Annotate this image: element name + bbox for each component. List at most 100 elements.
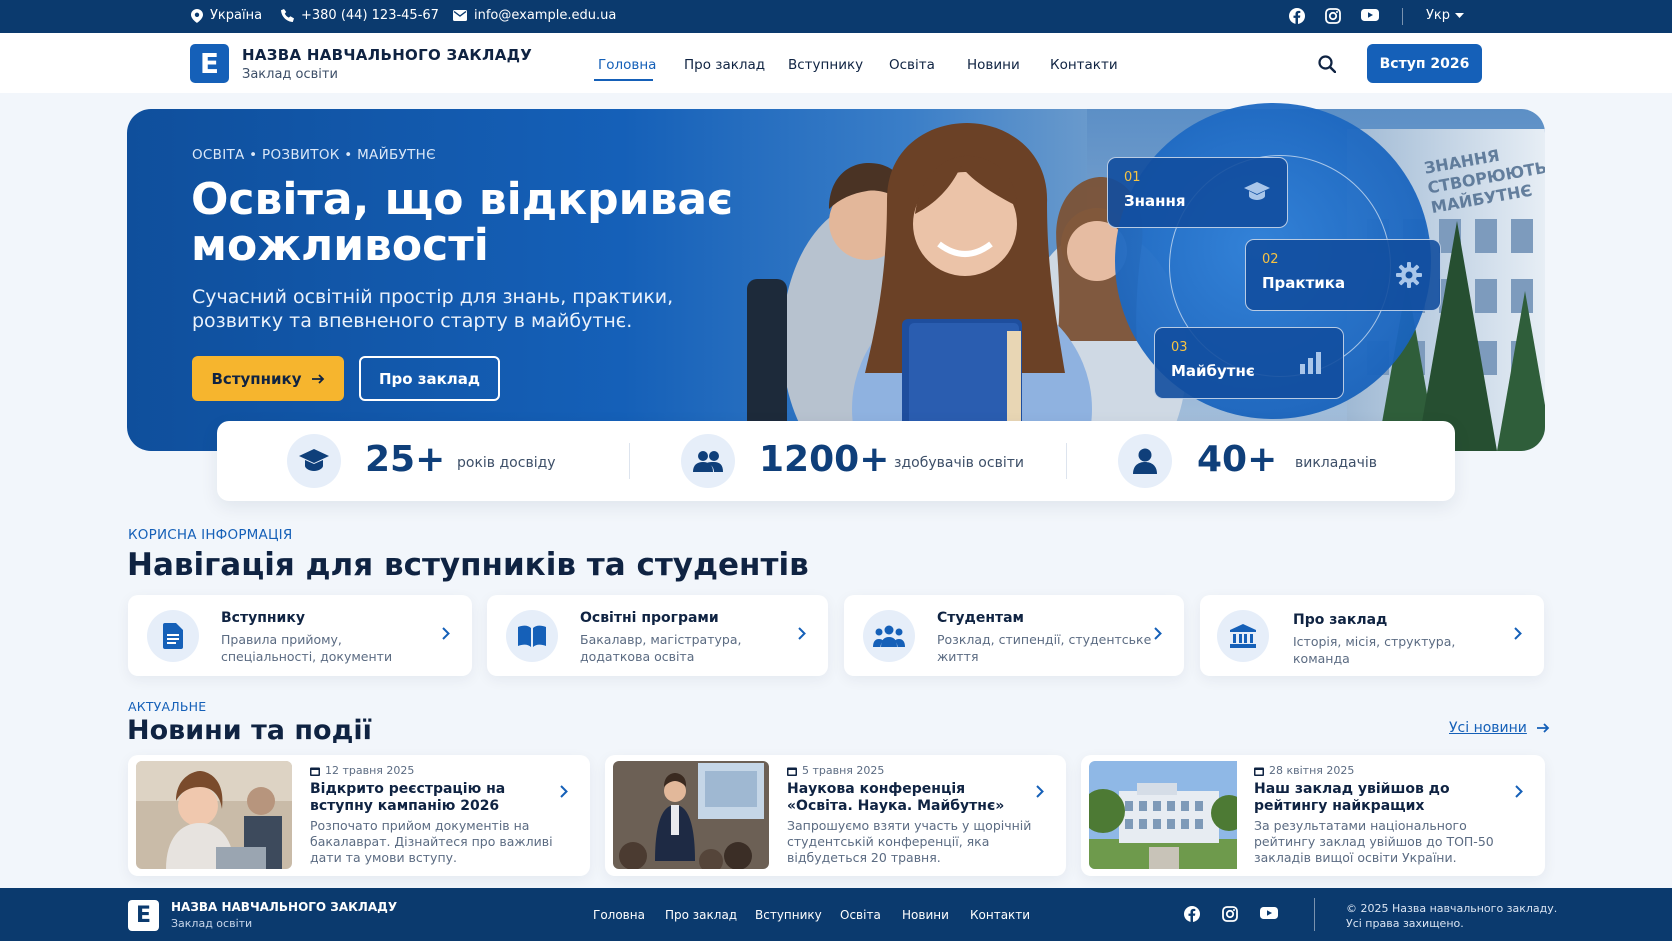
- language-select[interactable]: Укр: [1426, 8, 1465, 23]
- location-text: Україна: [210, 8, 263, 23]
- nav-applicants[interactable]: Вступнику: [788, 57, 863, 73]
- graduation-cap-icon: [287, 434, 341, 488]
- admission-cta-button[interactable]: Вступ 2026: [1367, 44, 1482, 83]
- news-card[interactable]: 5 травня 2025 Наукова конференція «Освіт…: [605, 755, 1066, 876]
- news-date: 12 травня 2025: [310, 764, 414, 777]
- news-thumbnail: [613, 761, 769, 869]
- footer-brand-title: НАЗВА НАВЧАЛЬНОГО ЗАКЛАДУ: [171, 900, 398, 914]
- logo[interactable]: E: [190, 44, 229, 83]
- step-label: Практика: [1262, 274, 1346, 292]
- step-label: Знання: [1124, 192, 1186, 210]
- footer-logo[interactable]: E: [128, 900, 159, 931]
- language-label[interactable]: Укр: [1426, 8, 1450, 23]
- nav-card-desc: Розклад, стипендії, студентське життя: [937, 632, 1152, 664]
- step-number: 03: [1171, 340, 1188, 355]
- mail-icon: [453, 10, 467, 21]
- footer-nav-home[interactable]: Головна: [593, 908, 645, 922]
- footer-nav-contacts[interactable]: Контакти: [970, 908, 1030, 922]
- hero-subtitle: Сучасний освітній простір для знань, пра…: [192, 286, 674, 332]
- nav-home[interactable]: Головна: [598, 57, 656, 73]
- news-title[interactable]: Відкрито реєстрацію на вступну кампанію …: [310, 781, 540, 815]
- email-item[interactable]: info@example.edu.ua: [453, 8, 616, 23]
- instagram-icon[interactable]: [1222, 906, 1238, 922]
- hero-about-button[interactable]: Про заклад: [359, 356, 500, 401]
- news-section-title: Новини та події: [127, 715, 372, 746]
- facebook-icon[interactable]: [1289, 8, 1305, 24]
- chevron-right-icon: [1514, 627, 1522, 640]
- users-icon: [863, 610, 915, 662]
- all-news-link[interactable]: Усі новини: [1449, 720, 1550, 736]
- stats-bar: 25+ років досвіду 1200+ здобувачів освіт…: [217, 421, 1455, 501]
- calendar-icon: [310, 766, 320, 776]
- email-text[interactable]: info@example.edu.ua: [474, 8, 616, 23]
- news-title[interactable]: Наш заклад увійшов до рейтингу найкращих: [1254, 781, 1484, 815]
- step-practice: 02 Практика: [1245, 239, 1441, 311]
- nav-card-title: Про заклад: [1293, 612, 1388, 628]
- news-card[interactable]: 12 травня 2025 Відкрито реєстрацію на вс…: [128, 755, 590, 876]
- nav-card-title: Студентам: [937, 610, 1024, 626]
- top-bar: Україна +380 (44) 123-45-67 info@example…: [0, 0, 1672, 33]
- nav-card-applicants[interactable]: Вступнику Правила прийому, спеціальності…: [128, 595, 472, 676]
- stat-value: 40+: [1197, 439, 1278, 480]
- step-number: 01: [1124, 170, 1141, 185]
- chevron-right-icon: [1154, 627, 1162, 640]
- nav-about[interactable]: Про заклад: [684, 57, 765, 73]
- news-date: 28 квітня 2025: [1254, 764, 1354, 777]
- youtube-icon[interactable]: [1260, 906, 1278, 920]
- chevron-right-icon: [1036, 785, 1044, 798]
- arrow-right-icon: [1536, 723, 1550, 733]
- chevron-down-icon: [1455, 12, 1465, 19]
- copyright-line-2: Усі права захищено.: [1346, 917, 1464, 930]
- all-news-label[interactable]: Усі новини: [1449, 720, 1527, 736]
- nav-card-title: Освітні програми: [580, 610, 719, 626]
- nav-card-students[interactable]: Студентам Розклад, стипендії, студентськ…: [844, 595, 1184, 676]
- bar-chart-icon: [1300, 352, 1322, 374]
- news-date-text: 12 травня 2025: [325, 764, 415, 777]
- brand-title: НАЗВА НАВЧАЛЬНОГО ЗАКЛАДУ: [242, 46, 533, 64]
- footer-nav-news[interactable]: Новини: [902, 908, 949, 922]
- nav-card-about[interactable]: Про заклад Історія, місія, структура, ко…: [1200, 595, 1544, 676]
- site-header: E НАЗВА НАВЧАЛЬНОГО ЗАКЛАДУ Заклад освіт…: [0, 33, 1672, 93]
- footer-brand: НАЗВА НАВЧАЛЬНОГО ЗАКЛАДУ Заклад освіти: [171, 900, 397, 930]
- chevron-right-icon: [442, 627, 450, 640]
- footer-nav-applicants[interactable]: Вступнику: [755, 908, 822, 922]
- footer-nav-about[interactable]: Про заклад: [665, 908, 737, 922]
- chevron-right-icon: [1515, 785, 1523, 798]
- user-icon: [1118, 434, 1172, 488]
- phone-text[interactable]: +380 (44) 123-45-67: [301, 8, 439, 23]
- phone-item[interactable]: +380 (44) 123-45-67: [281, 8, 439, 23]
- stat-label: викладачів: [1295, 455, 1378, 471]
- nav-news[interactable]: Новини: [967, 57, 1020, 73]
- graduation-cap-icon: [1244, 182, 1270, 202]
- nav-section-title: Навігація для вступників та студентів: [127, 547, 809, 583]
- nav-card-programs[interactable]: Освітні програми Бакалавр, магістратура,…: [487, 595, 828, 676]
- book-icon: [506, 610, 558, 662]
- instagram-icon[interactable]: [1325, 8, 1341, 24]
- youtube-icon[interactable]: [1361, 8, 1379, 22]
- news-card[interactable]: 28 квітня 2025 Наш заклад увійшов до рей…: [1081, 755, 1545, 876]
- chevron-right-icon: [560, 785, 568, 798]
- stat-label: років досвіду: [457, 455, 556, 471]
- news-date-text: 28 квітня 2025: [1269, 764, 1355, 777]
- calendar-icon: [787, 766, 797, 776]
- nav-education[interactable]: Освіта: [889, 57, 935, 73]
- step-future: 03 Майбутнє: [1154, 327, 1344, 399]
- nav-active-indicator: [594, 79, 653, 81]
- stat-value: 25+: [365, 439, 446, 480]
- hero-applicants-button[interactable]: Вступнику: [192, 356, 344, 401]
- news-title[interactable]: Наукова конференція «Освіта. Наука. Майб…: [787, 781, 1017, 815]
- news-date-text: 5 травня 2025: [802, 764, 885, 777]
- facebook-icon[interactable]: [1184, 906, 1200, 922]
- gear-icon: [1396, 262, 1422, 288]
- nav-card-desc: Бакалавр, магістратура, додаткова освіта: [580, 632, 742, 664]
- building-icon: [1217, 610, 1269, 662]
- brand[interactable]: НАЗВА НАВЧАЛЬНОГО ЗАКЛАДУ Заклад освіти: [242, 46, 532, 82]
- footer-brand-subtitle: Заклад освіти: [171, 917, 253, 930]
- nav-contacts[interactable]: Контакти: [1050, 57, 1118, 73]
- footer-nav-education[interactable]: Освіта: [840, 908, 881, 922]
- location-pin-icon: [191, 8, 203, 23]
- stat-label: здобувачів освіти: [894, 455, 1024, 471]
- stat-divider: [1066, 443, 1067, 479]
- search-icon[interactable]: [1318, 55, 1336, 73]
- hero-title: Освіта, що відкриває можливості: [191, 174, 734, 271]
